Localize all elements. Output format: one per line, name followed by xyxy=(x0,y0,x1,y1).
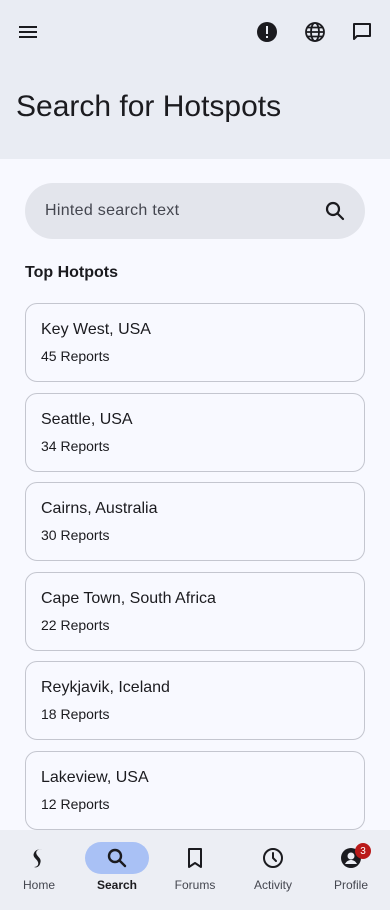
hotspot-name: Cairns, Australia xyxy=(41,500,158,517)
hotspot-reports: 45 Reports xyxy=(41,348,110,364)
bookmark-icon xyxy=(188,848,202,868)
nav-item-profile[interactable]: 3 Profile xyxy=(312,830,390,910)
page-title: Search for Hotspots xyxy=(16,90,282,123)
top-app-bar: Search for Hotspots xyxy=(0,0,390,159)
hotspot-card[interactable]: Key West, USA 45 Reports xyxy=(25,303,365,382)
hotspot-reports: 18 Reports xyxy=(41,706,110,722)
hotspot-list: Key West, USA 45 Reports Seattle, USA 34… xyxy=(25,303,365,840)
search-icon[interactable] xyxy=(323,199,347,223)
alert-button[interactable] xyxy=(247,12,287,52)
nav-label-profile: Profile xyxy=(333,878,368,892)
hotspot-name: Key West, USA xyxy=(41,321,151,338)
hotspot-name: Lakeview, USA xyxy=(41,768,149,786)
hotspot-name: Reykjavik, Iceland xyxy=(41,679,170,696)
search-bar[interactable] xyxy=(25,183,365,239)
nav-label-forums: Forums xyxy=(174,878,216,892)
nav-item-activity[interactable]: Activity xyxy=(234,830,312,910)
nav-pill xyxy=(241,842,305,874)
hotspot-reports: 22 Reports xyxy=(41,616,110,633)
chat-icon xyxy=(353,23,371,40)
nav-label-home: Home xyxy=(22,878,55,892)
nav-pill-active xyxy=(85,842,149,874)
language-button[interactable] xyxy=(295,12,335,52)
nav-item-home[interactable]: Home xyxy=(0,830,78,910)
hotspot-reports: 34 Reports xyxy=(41,437,110,454)
menu-button[interactable] xyxy=(8,12,48,52)
hotspot-reports: 12 Reports xyxy=(41,795,110,812)
hotspot-reports: 30 Reports xyxy=(41,527,110,543)
nav-label-activity: Activity xyxy=(253,878,292,892)
menu-icon xyxy=(19,26,37,38)
search-icon xyxy=(107,848,127,868)
hotspot-card[interactable]: Reykjavik, Iceland 18 Reports xyxy=(25,661,365,740)
logo-icon xyxy=(33,849,42,868)
hotspot-name: Seattle, USA xyxy=(41,410,133,428)
nav-pill xyxy=(7,842,71,874)
feedback-button[interactable] xyxy=(342,12,382,52)
nav-pill: 3 xyxy=(319,842,383,874)
alert-icon xyxy=(257,22,277,42)
search-input[interactable] xyxy=(45,202,323,220)
hotspot-card[interactable]: Seattle, USA 34 Reports xyxy=(25,392,365,472)
hotspot-card[interactable]: Cape Town, South Africa 22 Reports xyxy=(25,571,365,651)
globe-icon xyxy=(305,22,325,42)
nav-pill xyxy=(163,842,227,874)
notification-badge: 3 xyxy=(355,843,371,859)
hotspot-card[interactable]: Cairns, Australia 30 Reports xyxy=(25,482,365,561)
nav-item-forums[interactable]: Forums xyxy=(156,830,234,910)
nav-item-search[interactable]: Search xyxy=(78,830,156,910)
hotspot-name: Cape Town, South Africa xyxy=(41,589,216,607)
hotspot-card[interactable]: Lakeview, USA 12 Reports xyxy=(25,750,365,830)
history-icon xyxy=(263,848,283,868)
section-title: Top Hotpots xyxy=(25,264,119,281)
bottom-navigation: Home Search Forums Activity 3 Profile xyxy=(0,830,390,910)
nav-label-search: Search xyxy=(96,878,138,892)
